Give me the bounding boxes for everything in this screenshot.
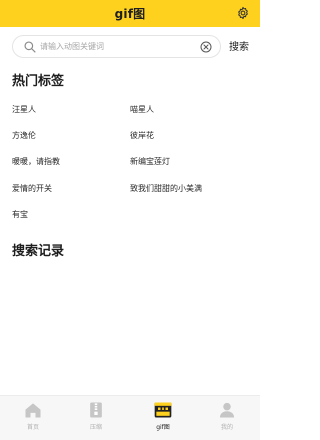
tab-label: 压缩 <box>89 424 102 431</box>
app-header: gif图 <box>0 0 260 27</box>
tab-label: gif图 <box>156 424 170 431</box>
tag-item[interactable]: 爱情的开关 <box>12 183 52 194</box>
gif-icon <box>154 402 172 418</box>
tab-gif[interactable]: gif图 <box>143 400 183 436</box>
search-history-title: 搜索记录 <box>12 244 65 259</box>
tab-label: 首页 <box>26 424 39 431</box>
tab-label: 我的 <box>220 424 233 431</box>
search-button[interactable]: 搜索 <box>229 38 249 53</box>
tag-item[interactable]: 新编宝莲灯 <box>130 156 170 167</box>
tag-item[interactable]: 致我们甜甜的小美满 <box>130 183 202 194</box>
search-row: 搜索 <box>0 33 260 60</box>
tab-profile[interactable]: 我的 <box>207 400 247 436</box>
search-input[interactable] <box>40 38 190 55</box>
settings-button[interactable] <box>234 4 252 22</box>
page-title: gif图 <box>114 7 146 21</box>
home-icon <box>25 403 41 418</box>
search-box[interactable] <box>12 35 221 58</box>
tag-item[interactable]: 方逸伦 <box>12 130 36 141</box>
search-icon <box>24 41 36 53</box>
tag-item[interactable]: 彼岸花 <box>130 130 154 141</box>
gear-icon <box>238 6 248 20</box>
clear-icon[interactable] <box>200 41 212 53</box>
tag-item[interactable]: 有宝 <box>12 209 28 220</box>
hot-tags-title: 热门标签 <box>12 74 65 89</box>
user-icon <box>219 402 235 418</box>
compress-icon <box>90 402 102 418</box>
tag-item[interactable]: 喵星人 <box>130 104 154 115</box>
tag-item[interactable]: 暖暖，请指教 <box>12 156 60 167</box>
tab-home[interactable]: 首页 <box>13 400 53 436</box>
tag-item[interactable]: 汪星人 <box>12 104 36 115</box>
bottom-tab-bar: 首页 压缩 gif图 我的 <box>0 395 260 440</box>
tab-compress[interactable]: 压缩 <box>76 400 116 436</box>
